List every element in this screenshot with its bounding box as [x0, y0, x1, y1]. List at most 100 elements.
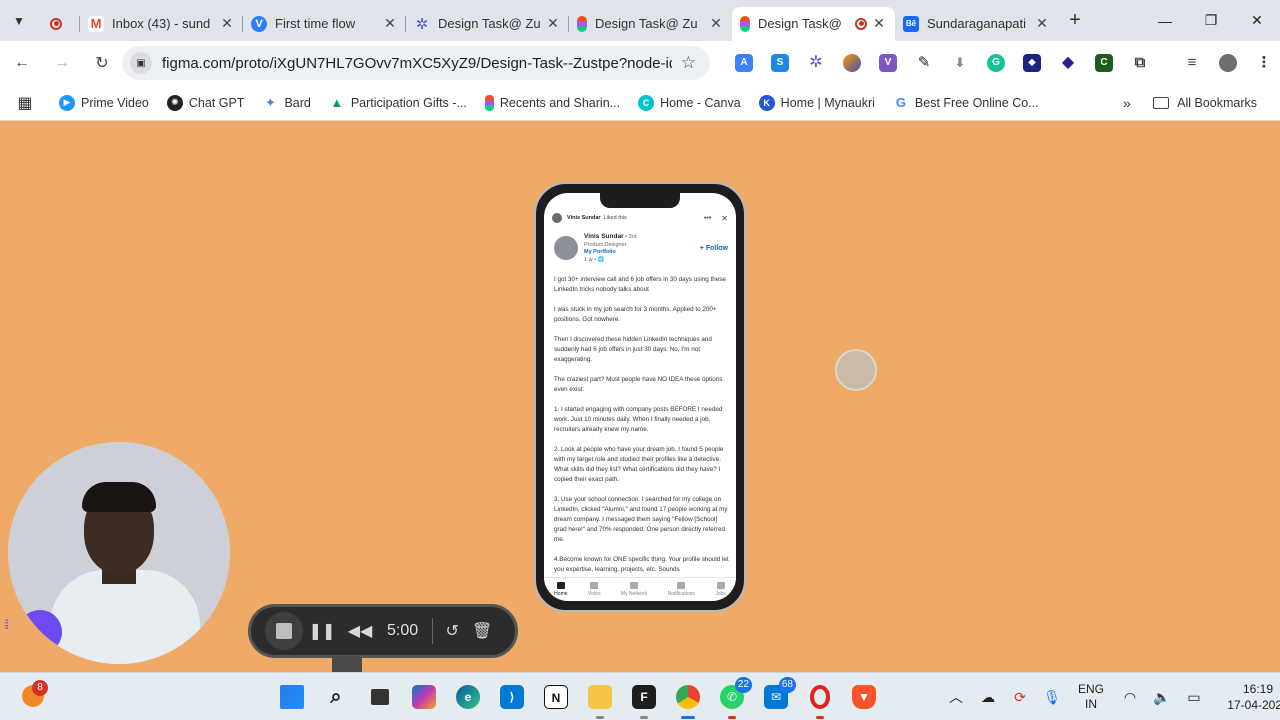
- bookmark-item[interactable]: ▲ Participation Gifts -...: [320, 95, 476, 111]
- reload-button[interactable]: ↻: [84, 45, 120, 81]
- url-text[interactable]: figma.com/proto/iXgUN7HL7GOvv7mXC5XyZ9/D…: [162, 55, 672, 72]
- bookmark-item[interactable]: Recents and Sharin...: [476, 94, 629, 111]
- onedrive-icon[interactable]: ☁: [972, 689, 1004, 706]
- brave-button[interactable]: ▼: [842, 679, 886, 715]
- close-icon[interactable]: ✕: [708, 15, 724, 32]
- close-icon[interactable]: ✕: [219, 15, 235, 32]
- follow-button[interactable]: + Follow: [700, 245, 728, 252]
- whatsapp-button[interactable]: ✆ 22: [710, 677, 754, 719]
- back-button[interactable]: ←: [4, 45, 40, 81]
- forward-button[interactable]: →: [44, 45, 80, 81]
- apps-button[interactable]: ▦: [0, 93, 50, 113]
- browser-menu-button[interactable]: ⋮: [1246, 49, 1280, 77]
- bookmark-star-icon[interactable]: ☆: [681, 53, 696, 73]
- address-bar[interactable]: ▣ figma.com/proto/iXgUN7HL7GOvv7mXC5XyZ9…: [122, 46, 710, 80]
- recorder-drag-tab[interactable]: [332, 656, 362, 672]
- extension-button[interactable]: A: [726, 49, 762, 77]
- bookmark-item[interactable]: ▶ Prime Video: [50, 94, 158, 111]
- restart-button[interactable]: ↺: [437, 612, 467, 650]
- portfolio-link[interactable]: My Portfolio: [584, 249, 637, 257]
- close-icon[interactable]: ✕: [721, 214, 728, 223]
- tab-design-task-1[interactable]: ✲ Design Task@ Zu ✕: [406, 7, 569, 41]
- bookmark-item[interactable]: C Home - Canva: [629, 94, 750, 111]
- bookmark-item[interactable]: ✦ Bard: [253, 95, 319, 111]
- extensions-menu-button[interactable]: ⧉: [1122, 49, 1158, 77]
- tab-record[interactable]: [38, 7, 80, 41]
- media-button[interactable]: ≡: [1174, 49, 1210, 77]
- bookmark-item[interactable]: ✺ Chat GPT: [158, 94, 254, 111]
- extension-button[interactable]: C: [1086, 49, 1122, 77]
- extension-button[interactable]: ◆: [1014, 49, 1050, 77]
- all-bookmarks-button[interactable]: All Bookmarks: [1144, 96, 1266, 110]
- tab-design-task-active[interactable]: Design Task@ ✕: [732, 6, 895, 41]
- copilot-button[interactable]: [402, 679, 446, 715]
- tab-design-task-2[interactable]: Design Task@ Zu ✕: [569, 7, 732, 41]
- webcam-bubble[interactable]: [8, 442, 230, 664]
- extension-button[interactable]: V: [870, 49, 906, 77]
- tab-first-time-flow[interactable]: V First time flow ✕: [243, 7, 406, 41]
- drag-handle-icon[interactable]: ⁞⁞: [4, 617, 9, 632]
- clock[interactable]: 16:19 17-04-2025: [1218, 681, 1280, 713]
- sync-icon[interactable]: ⟳: [1004, 689, 1036, 706]
- nav-home[interactable]: Home: [554, 582, 568, 597]
- battery-icon[interactable]: ▭: [1178, 689, 1210, 706]
- start-button[interactable]: [270, 679, 314, 715]
- brave-icon: ▼: [852, 685, 876, 709]
- new-tab-button[interactable]: +: [1058, 9, 1092, 32]
- chrome-button[interactable]: [666, 679, 710, 719]
- extension-button[interactable]: ✎: [906, 49, 942, 77]
- bookmark-item[interactable]: K Home | Mynaukri: [750, 94, 884, 111]
- task-view-button[interactable]: [358, 679, 402, 715]
- more-icon[interactable]: •••: [704, 215, 711, 222]
- extension-button[interactable]: [834, 49, 870, 77]
- extension-button[interactable]: ⬇: [942, 49, 978, 77]
- site-info-icon[interactable]: ▣: [130, 52, 152, 74]
- vscode-button[interactable]: ⟩: [490, 679, 534, 715]
- tab-gmail[interactable]: M Inbox (43) - sund ✕: [80, 7, 243, 41]
- file-explorer-button[interactable]: [578, 679, 622, 719]
- chevron-up-icon[interactable]: ︿: [940, 687, 972, 707]
- nav-video[interactable]: Video: [588, 582, 601, 597]
- extension-button[interactable]: S: [762, 49, 798, 77]
- close-icon[interactable]: ✕: [545, 15, 561, 32]
- teams-button[interactable]: ✉ 68: [754, 677, 798, 715]
- tab-search-button[interactable]: ▼: [0, 0, 38, 41]
- close-window-icon[interactable]: ✕: [1234, 0, 1280, 41]
- bookmark-item[interactable]: G Best Free Online Co...: [884, 95, 1048, 111]
- pause-button[interactable]: ❚❚: [303, 612, 341, 650]
- bookmarks-overflow-button[interactable]: »: [1114, 95, 1140, 111]
- stop-recording-button[interactable]: [265, 612, 303, 650]
- nav-jobs[interactable]: Jobs: [715, 582, 726, 597]
- delete-recording-button[interactable]: 🗑: [467, 612, 497, 650]
- search-button[interactable]: ⌕: [314, 679, 358, 715]
- edge-icon: e: [456, 685, 480, 709]
- restore-icon[interactable]: ❐: [1188, 0, 1234, 41]
- tab-behance[interactable]: Bē Sundaraganapati ✕: [895, 7, 1058, 41]
- bookmark-label: Bard: [284, 95, 311, 110]
- volume-icon[interactable]: 🔈: [1146, 689, 1178, 706]
- webcam-person-shirt: [50, 570, 200, 664]
- extension-button[interactable]: ◆: [1050, 49, 1086, 77]
- close-icon[interactable]: ✕: [1034, 15, 1050, 32]
- figma-button[interactable]: F: [622, 679, 666, 719]
- close-icon[interactable]: ✕: [382, 15, 398, 32]
- rewind-button[interactable]: ◀◀: [341, 612, 379, 650]
- close-icon[interactable]: ✕: [871, 15, 887, 32]
- notion-button[interactable]: N: [534, 679, 578, 715]
- author-avatar[interactable]: [554, 236, 578, 260]
- language-indicator[interactable]: ENG IN: [1068, 682, 1114, 712]
- rewind-icon: ◀◀: [347, 623, 373, 640]
- wifi-icon[interactable]: ◠: [1114, 689, 1146, 706]
- microphone-icon[interactable]: 🎙: [1036, 689, 1068, 706]
- opera-button[interactable]: [798, 679, 842, 719]
- trash-icon: 🗑: [471, 623, 493, 640]
- nav-my-network[interactable]: My Network: [621, 582, 647, 597]
- edge-button[interactable]: e: [446, 679, 490, 715]
- phone-screen[interactable]: Vinis Sundar Liked this ••• ✕ Vinis Sund…: [544, 193, 736, 601]
- extension-button[interactable]: ✲: [798, 49, 834, 77]
- extension-button[interactable]: G: [978, 49, 1014, 77]
- nav-notifications[interactable]: Notifications: [668, 582, 695, 597]
- author-name[interactable]: Vinis Sundar: [584, 233, 624, 240]
- minimize-icon[interactable]: —: [1142, 0, 1188, 41]
- profile-button[interactable]: [1210, 49, 1246, 77]
